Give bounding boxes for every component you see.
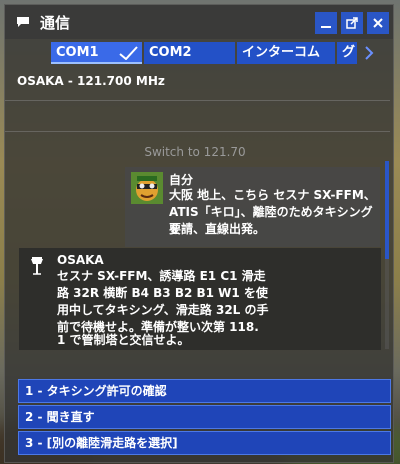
tab-com2[interactable]: COM2 [144,42,235,64]
tab-label: インターコム [242,45,321,60]
tab-label: COM1 [56,45,99,60]
close-icon [373,18,383,28]
message-line: 大阪 地上、こちら セスナ SX-FFM、 [169,188,376,202]
radio-tabs: COM1 COM2 インターコム グ [51,42,359,64]
checkmark-icon [119,46,138,60]
popout-button[interactable] [341,12,363,34]
tower-icon [29,255,45,275]
tab-group[interactable]: グ [337,42,357,64]
tab-intercom[interactable]: インターコム [237,42,335,64]
message-line: 路 32R 横断 B4 B3 B2 B1 W1 を使 [57,286,268,300]
response-options: 1 - タキシング許可の確認 2 - 聞き直す 3 - [別の離陸滑走路を選択] [18,379,391,457]
tab-com1[interactable]: COM1 [51,42,142,64]
popout-icon [346,17,358,29]
scrollbar-track[interactable] [385,259,389,349]
message-atc: OSAKA セスナ SX-FFM、誘導路 E1 C1 滑走 路 32R 横断 B… [19,248,381,350]
option-select-runway[interactable]: 3 - [別の離陸滑走路を選択] [18,431,391,455]
tab-scroll-right-button[interactable] [361,42,377,64]
message-sender: 自分 [169,173,194,187]
scrollbar-thumb[interactable] [385,161,389,259]
switch-frequency-hint[interactable]: Switch to 121.70 [5,145,385,159]
divider [5,100,390,101]
minimize-icon [321,26,331,28]
close-button[interactable] [367,12,389,34]
window-title: 通信 [40,13,71,32]
option-confirm-taxi[interactable]: 1 - タキシング許可の確認 [18,379,391,403]
message-line: 用中してタキシング、滑走路 32L の手 [57,303,269,317]
chevron-right-icon [365,46,374,60]
comms-window: 通信 COM1 COM2 インターコム グ OSAKA - 121.700 MH… [4,4,394,463]
message-line: 1 で管制塔と交信せよ。 [57,333,190,347]
message-sender: OSAKA [57,253,104,267]
tab-label: グ [342,45,356,60]
avatar [131,172,163,204]
tab-label: COM2 [149,45,192,60]
message-line: セスナ SX-FFM、誘導路 E1 C1 滑走 [57,269,266,283]
message-self: 自分 大阪 地上、こちら セスナ SX-FFM、 ATIS「キロ」、離陸のためタ… [125,167,380,247]
minimize-button[interactable] [315,12,337,34]
divider [5,131,390,132]
frequency-label: OSAKA - 121.700 MHz [17,74,165,88]
title-bar[interactable]: 通信 [5,5,393,39]
chat-bubble-icon [16,16,30,28]
message-line: 要請、直線出発。 [169,222,266,236]
option-say-again[interactable]: 2 - 聞き直す [18,405,391,429]
